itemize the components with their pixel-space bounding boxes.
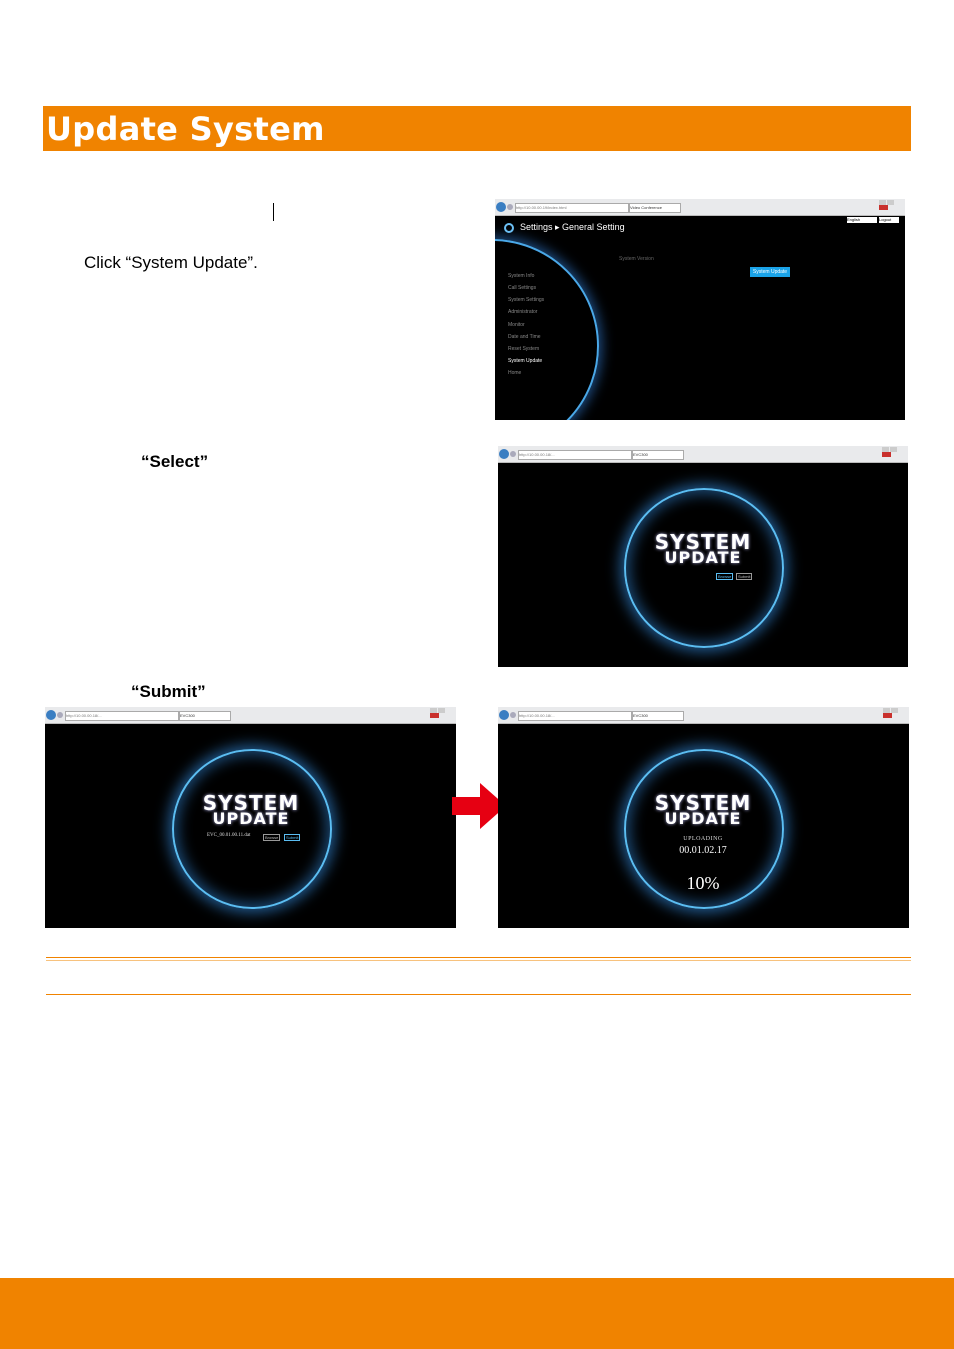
section-title-bar: Update System: [43, 106, 911, 151]
settings-header: Settings ▸ General Setting: [520, 222, 625, 232]
note-bottom-rule: [46, 994, 911, 995]
uploading-version: 00.01.02.17: [679, 845, 727, 856]
logout-button: Logout: [879, 217, 899, 223]
browser-tab: EVC300: [632, 450, 684, 460]
screenshot-uploading: http://10.00.00.18/... EVC300 SYSTEM UPD…: [498, 707, 909, 928]
forward-icon: [507, 204, 513, 210]
browser-chrome: http://10.00.00.18/... EVC300: [498, 707, 909, 724]
gear-icon: [504, 223, 514, 233]
browser-chrome: http://10.00.00.18/... EVC300: [498, 446, 908, 463]
glow-ring: [172, 749, 332, 909]
browse-button: Browse: [716, 573, 734, 580]
step-3-keyword: “Submit”: [131, 682, 206, 701]
browser-chrome: http://10.00.00.18/... EVC300: [45, 707, 456, 724]
back-icon: [499, 710, 509, 720]
menu-item: Date and Time: [508, 334, 541, 340]
window-controls: [878, 200, 902, 210]
menu-item: Home: [508, 370, 522, 376]
update-title: UPDATE: [664, 809, 742, 828]
update-title: UPDATE: [212, 809, 290, 828]
address-bar: http://10.00.00.18/...: [518, 711, 632, 721]
forward-icon: [510, 451, 516, 457]
address-bar: http://10.00.00.18/...: [65, 711, 179, 721]
back-icon: [46, 710, 56, 720]
footer-bar: [0, 1278, 954, 1349]
note-top-rule: [46, 957, 911, 958]
glow-ring: [624, 488, 784, 648]
browser-tab: EVC300: [179, 711, 231, 721]
address-bar: http://10.00.00.19/index.html: [515, 203, 629, 213]
step-1-text: Click “System Update”.: [84, 253, 258, 272]
menu-item: Reset System: [508, 346, 540, 352]
menu-item: System Settings: [508, 297, 545, 303]
selected-file-name: EVC_00.01.00.11.dat: [207, 833, 251, 838]
browser-chrome: http://10.00.00.19/index.html Video Conf…: [495, 199, 905, 216]
submit-button: Submit: [736, 573, 753, 580]
glow-arc: [495, 239, 599, 420]
menu-item-active: System Update: [508, 358, 543, 364]
language-select: English: [847, 217, 877, 223]
upload-progress-text: 10%: [686, 873, 720, 893]
browse-button: Browse: [263, 834, 281, 841]
text-cursor: [273, 203, 274, 221]
system-version-label: System Version: [619, 256, 654, 262]
menu-item: System Info: [508, 273, 535, 279]
menu-item: Monitor: [508, 322, 525, 328]
forward-icon: [57, 712, 63, 718]
menu-item: Administrator: [508, 309, 538, 315]
note-top-rule-light: [46, 960, 911, 961]
submit-button: Submit: [284, 834, 301, 841]
uploading-status: UPLOADING: [683, 836, 723, 842]
back-icon: [496, 202, 506, 212]
browser-tab: Video Conference: [629, 203, 681, 213]
update-title: UPDATE: [664, 548, 742, 567]
window-controls: [429, 708, 453, 718]
screenshot-submit: http://10.00.00.18/... EVC300 SYSTEM UPD…: [45, 707, 456, 928]
address-bar: http://10.00.00.18/...: [518, 450, 632, 460]
screenshot-select: http://10.00.00.18/... EVC300 SYSTEM UPD…: [498, 446, 908, 667]
screenshot-settings: http://10.00.00.19/index.html Video Conf…: [495, 199, 905, 420]
forward-icon: [510, 712, 516, 718]
system-update-button: System Update: [750, 267, 790, 277]
back-icon: [499, 449, 509, 459]
window-controls: [881, 447, 905, 457]
browser-tab: EVC300: [632, 711, 684, 721]
menu-item: Call Settings: [508, 285, 537, 291]
section-title: Update System: [46, 110, 325, 148]
step-2-keyword: “Select”: [141, 452, 209, 471]
window-controls: [882, 708, 906, 718]
